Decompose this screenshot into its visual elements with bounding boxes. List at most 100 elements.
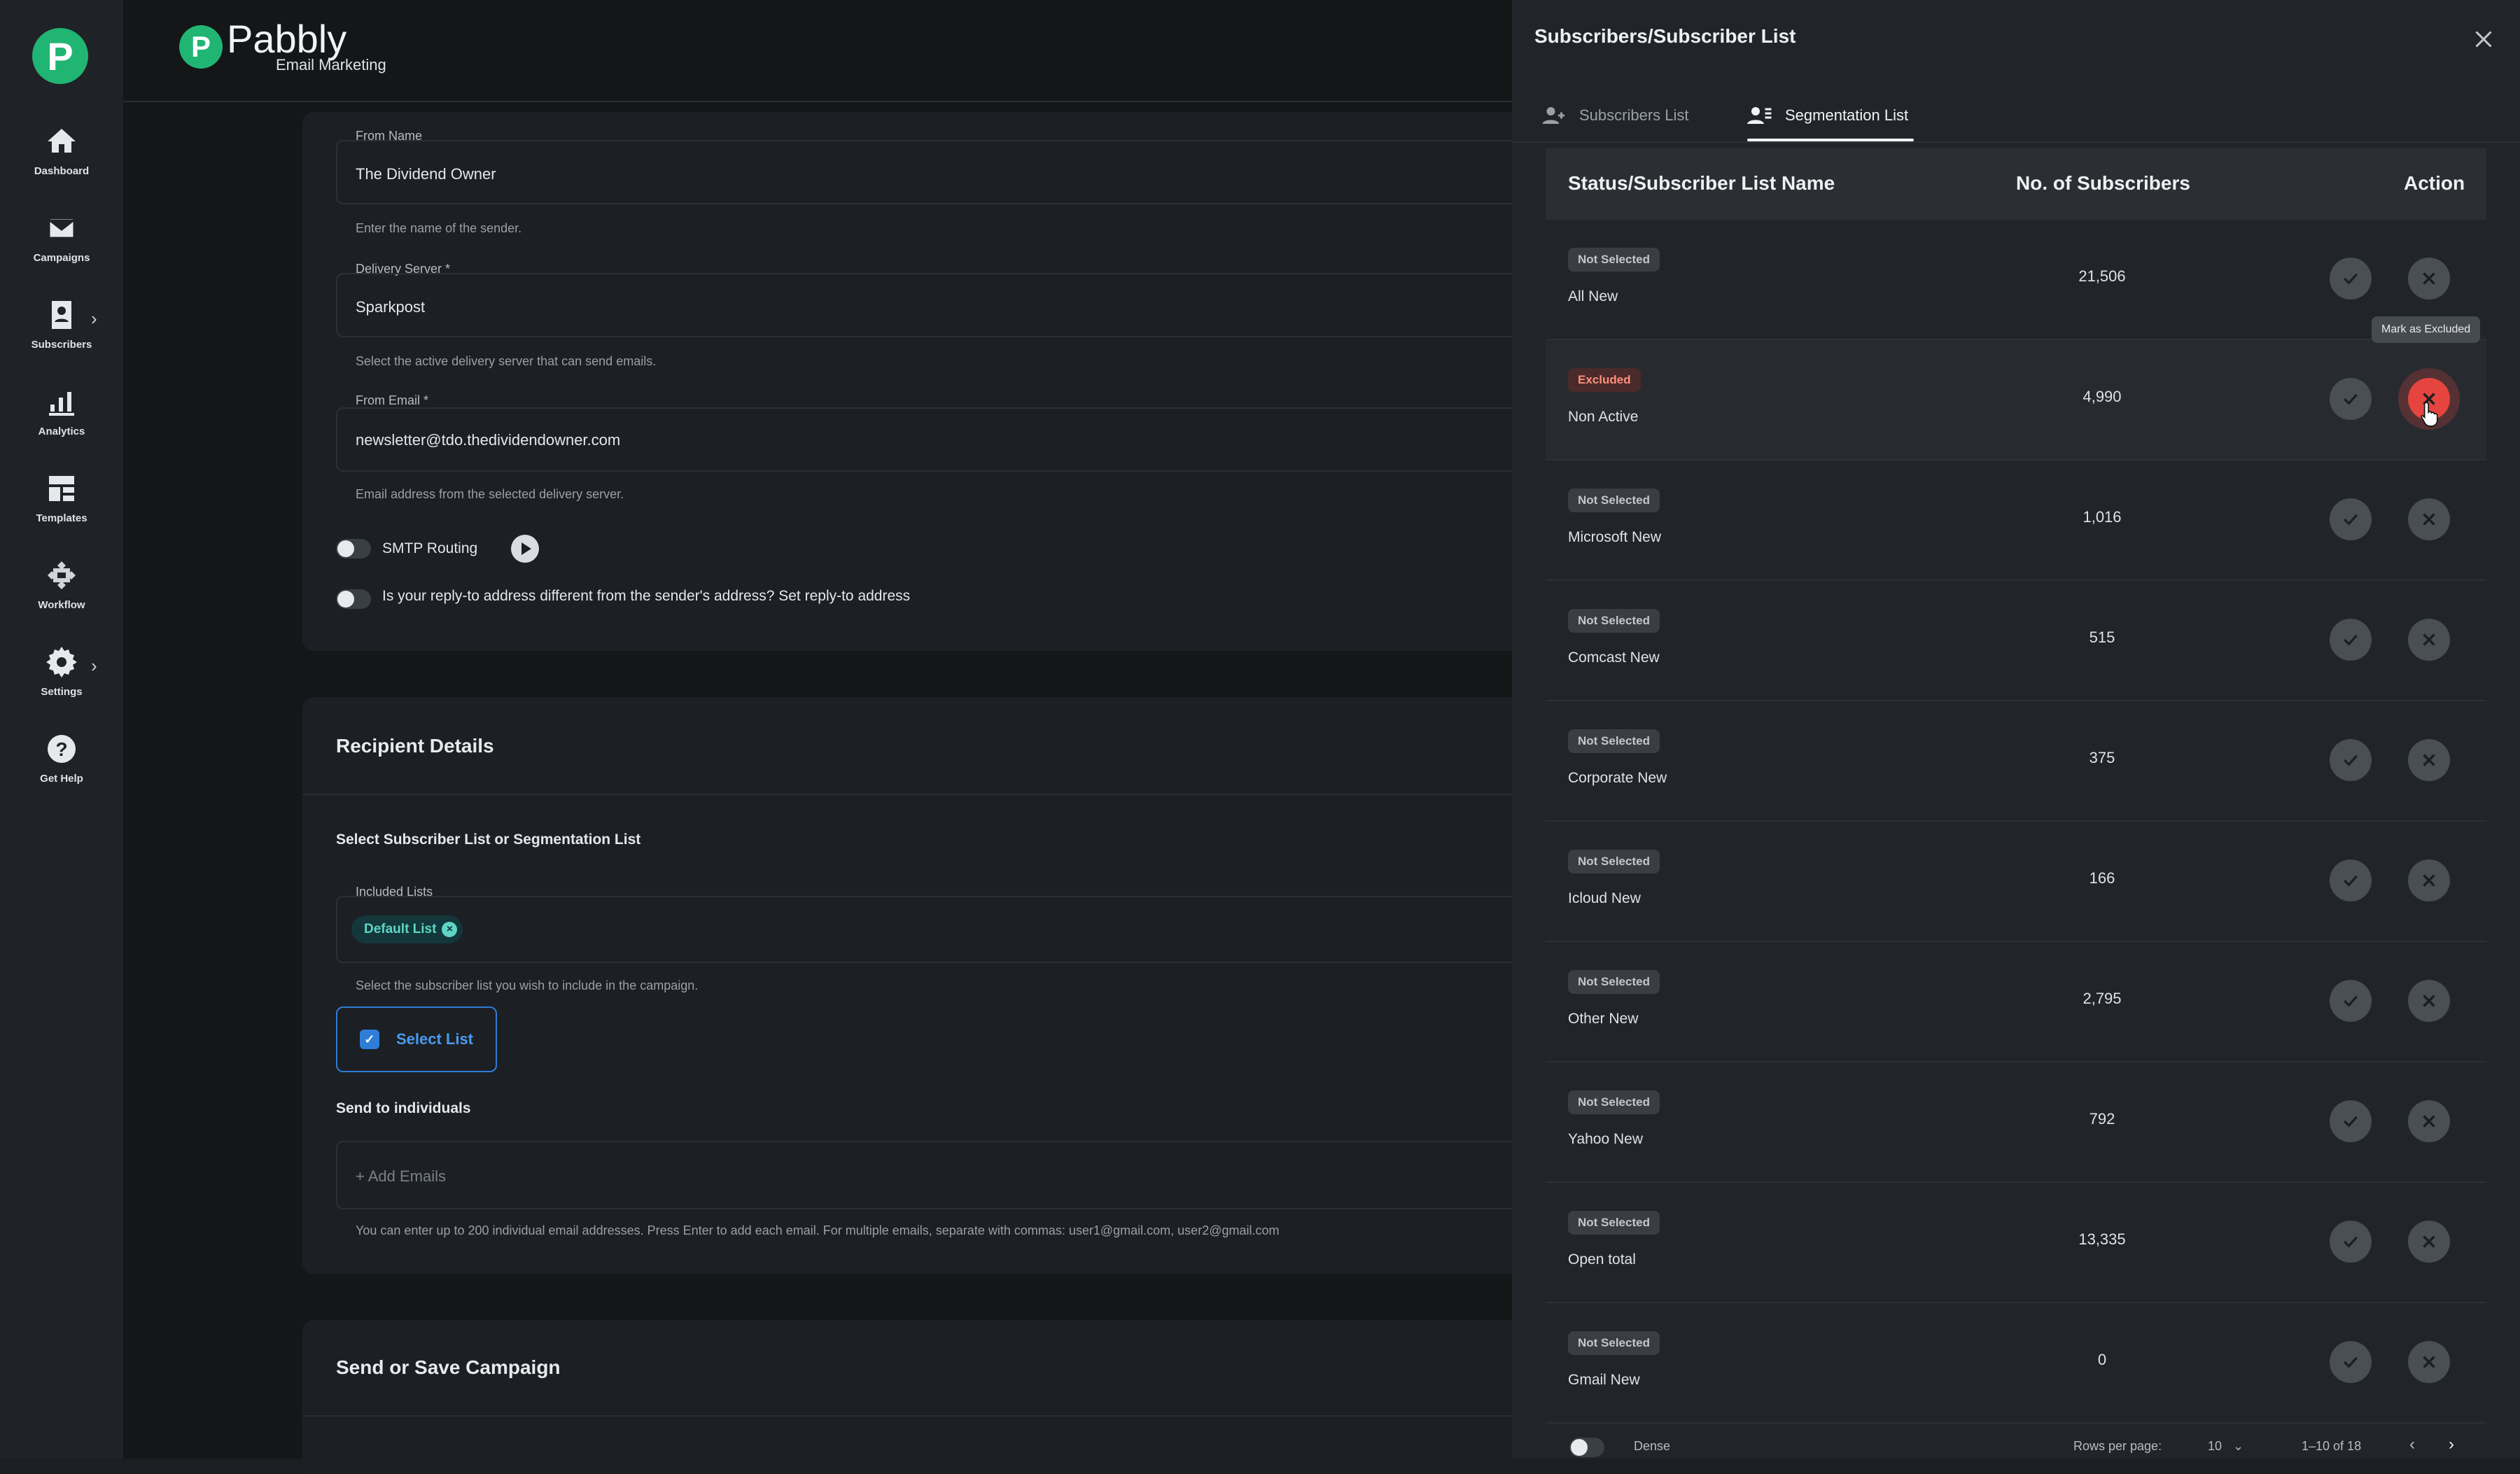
check-icon — [2340, 1352, 2361, 1373]
select-list-button[interactable]: ✓ Select List — [336, 1006, 497, 1072]
help-icon: ? — [48, 735, 76, 763]
status-badge: Not Selected — [1568, 850, 1660, 873]
mark-excluded-button[interactable] — [2408, 980, 2450, 1022]
check-icon — [2340, 750, 2361, 771]
close-icon — [2418, 750, 2440, 771]
list-name: Icloud New — [1568, 890, 1641, 906]
default-list-chip[interactable]: Default List × — [351, 915, 463, 943]
pointer-cursor-icon — [2421, 402, 2438, 427]
section-divider — [302, 794, 1512, 795]
mark-included-button[interactable] — [2330, 1221, 2372, 1263]
mark-included-button[interactable] — [2330, 1100, 2372, 1142]
smtp-routing-label: SMTP Routing — [382, 540, 478, 556]
mark-excluded-button[interactable] — [2408, 859, 2450, 901]
status-badge: Not Selected — [1568, 1090, 1660, 1114]
col-name-header[interactable]: Status/Subscriber List Name — [1568, 172, 1835, 195]
included-lists-field[interactable] — [336, 896, 1561, 963]
mark-included-button[interactable] — [2330, 1341, 2372, 1383]
mark-included-button[interactable] — [2330, 498, 2372, 540]
status-badge: Not Selected — [1568, 1211, 1660, 1235]
send-section-title: Send or Save Campaign — [336, 1356, 561, 1378]
chip-remove-icon[interactable]: × — [442, 922, 458, 937]
sidebar-item-campaigns[interactable]: Campaigns — [0, 211, 123, 264]
subscriber-count: 13,335 — [2078, 1230, 2126, 1248]
close-icon — [2418, 1231, 2440, 1252]
check-icon — [2340, 629, 2361, 650]
close-icon — [2418, 629, 2440, 650]
from-email-help: Email address from the selected delivery… — [356, 487, 624, 501]
gear-icon — [46, 647, 77, 678]
header-divider — [123, 101, 1523, 102]
prev-page-icon[interactable]: ‹ — [2409, 1435, 2415, 1454]
subscriber-count: 21,506 — [2078, 267, 2126, 285]
mark-excluded-button[interactable] — [2408, 258, 2450, 300]
included-lists-help: Select the subscriber list you wish to i… — [356, 978, 699, 992]
from-name-field[interactable]: The Dividend Owner — [336, 140, 1561, 204]
mark-excluded-button[interactable] — [2408, 739, 2450, 781]
reply-to-toggle[interactable] — [336, 589, 371, 609]
send-card — [302, 1320, 1562, 1474]
from-email-field[interactable]: newsletter@tdo.thedividendowner.com — [336, 407, 1561, 472]
list-name: Gmail New — [1568, 1372, 1640, 1388]
check-icon — [2340, 1231, 2361, 1252]
sidebar-item-settings[interactable]: Settings › — [0, 645, 123, 698]
add-user-icon — [1542, 107, 1564, 124]
table-row: Not Selected Yahoo New 792 — [1546, 1062, 2486, 1183]
smtp-routing-toggle[interactable] — [336, 539, 371, 559]
mark-included-button[interactable] — [2330, 980, 2372, 1022]
mark-excluded-button[interactable] — [2408, 498, 2450, 540]
sidebar-item-workflow[interactable]: Workflow — [0, 559, 123, 611]
dense-toggle[interactable] — [1569, 1438, 1604, 1457]
brand-logo[interactable]: P Pabbly Email Marketing — [179, 20, 386, 74]
play-icon[interactable] — [511, 535, 539, 563]
sidebar-item-analytics[interactable]: Analytics — [0, 385, 123, 437]
table-row: Not Selected Comcast New 515 — [1546, 581, 2486, 701]
chevron-down-icon[interactable]: ⌄ — [2233, 1439, 2244, 1454]
list-name: Yahoo New — [1568, 1131, 1644, 1147]
mark-included-button[interactable] — [2330, 258, 2372, 300]
table-row: Not Selected Other New 2,795 — [1546, 942, 2486, 1062]
select-list-heading: Select Subscriber List or Segmentation L… — [336, 831, 641, 848]
svg-text:?: ? — [55, 738, 67, 760]
close-icon — [2418, 1111, 2440, 1132]
brand-name: Pabbly — [227, 17, 347, 61]
individuals-help: You can enter up to 200 individual email… — [356, 1223, 1280, 1237]
workflow-icon — [48, 561, 76, 589]
sidebar-item-get-help[interactable]: ? Get Help — [0, 732, 123, 785]
check-icon — [2340, 268, 2361, 289]
segmentation-table: Status/Subscriber List Name No. of Subsc… — [1546, 148, 2486, 1424]
mark-excluded-button[interactable] — [2408, 619, 2450, 661]
sidebar: P Dashboard Campaigns Subscribers › Anal… — [0, 0, 123, 1459]
list-name: Corporate New — [1568, 770, 1667, 786]
mark-included-button[interactable] — [2330, 378, 2372, 420]
app-logo[interactable]: P — [32, 28, 88, 84]
sidebar-item-subscribers[interactable]: Subscribers › — [0, 298, 123, 351]
tab-segmentation-list[interactable]: Segmentation List — [1747, 91, 1908, 140]
table-row: Not Selected Open total 13,335 — [1546, 1183, 2486, 1303]
close-icon[interactable] — [2471, 27, 2496, 52]
close-icon — [2418, 268, 2440, 289]
next-page-icon[interactable]: › — [2449, 1435, 2454, 1454]
mark-excluded-button[interactable] — [2408, 1100, 2450, 1142]
mail-icon — [48, 217, 76, 239]
check-icon — [2340, 509, 2361, 530]
brand-mark: P — [179, 25, 223, 69]
add-emails-input[interactable]: + Add Emails — [336, 1141, 1561, 1209]
tab-subscribers-list[interactable]: Subscribers List — [1541, 91, 1689, 140]
subscriber-count: 1,016 — [2082, 508, 2122, 526]
rows-per-page-select[interactable]: 10 — [2208, 1439, 2222, 1454]
dense-label: Dense — [1634, 1439, 1671, 1453]
rows-per-page-label: Rows per page: — [2073, 1439, 2162, 1453]
mark-included-button[interactable] — [2330, 739, 2372, 781]
mark-included-button[interactable] — [2330, 619, 2372, 661]
subscriber-count: 792 — [2089, 1110, 2115, 1128]
col-count-header[interactable]: No. of Subscribers — [2016, 172, 2190, 195]
mark-included-button[interactable] — [2330, 859, 2372, 901]
mark-excluded-button[interactable] — [2408, 1221, 2450, 1263]
subscriber-count: 4,990 — [2082, 388, 2122, 405]
mark-excluded-button[interactable] — [2408, 1341, 2450, 1383]
sidebar-item-dashboard[interactable]: Dashboard — [0, 125, 123, 177]
sidebar-item-templates[interactable]: Templates — [0, 472, 123, 524]
delivery-server-select[interactable]: Sparkpost — [336, 273, 1578, 337]
table-pagination: Dense Rows per page: 10 ⌄ 1–10 of 18 ‹ › — [1512, 1435, 2520, 1459]
